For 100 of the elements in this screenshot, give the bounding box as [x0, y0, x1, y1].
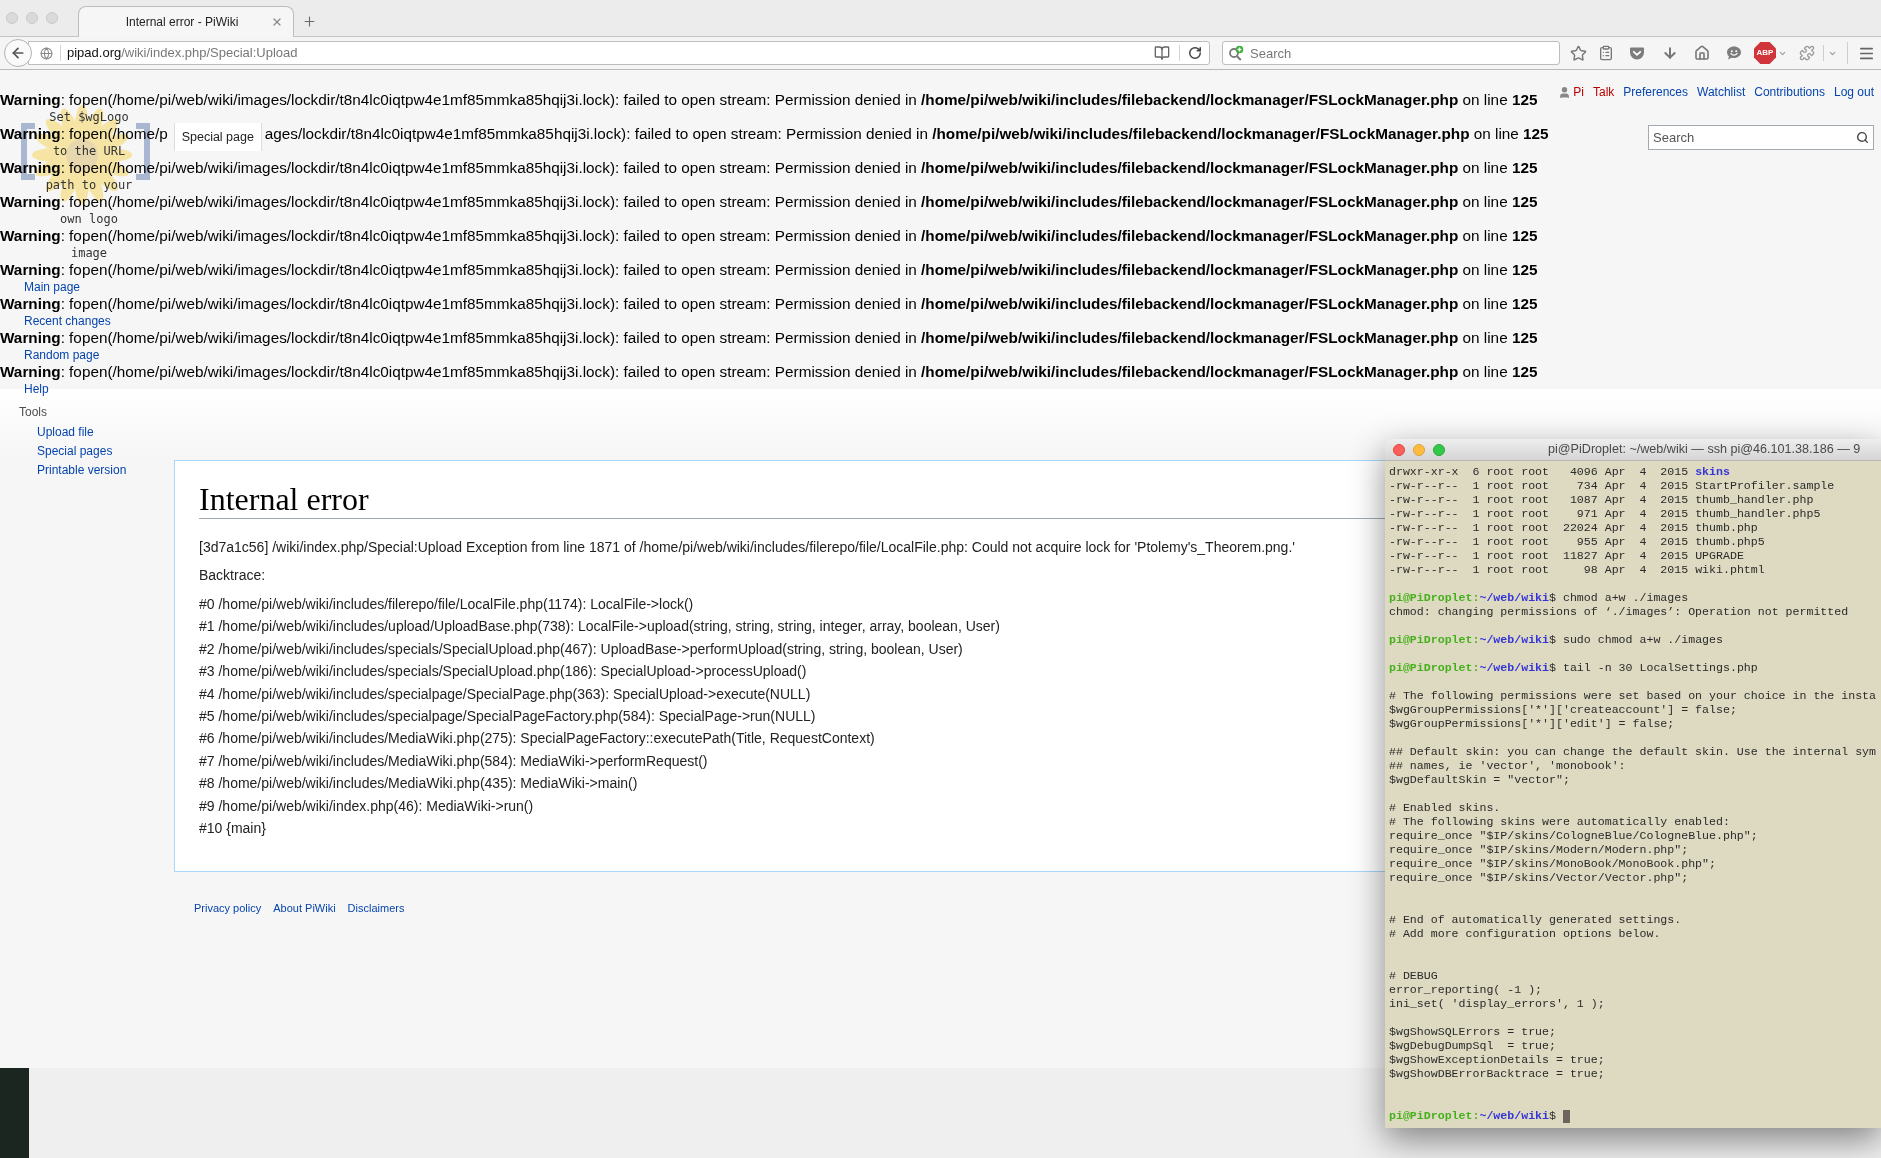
- backtrace-line: #5 /home/pi/web/wiki/includes/specialpage/SpecialPageFactory.php(584): SpecialPage->run(NULL): [199, 707, 816, 727]
- globe-icon: [40, 46, 53, 60]
- search-field[interactable]: Search: [1222, 41, 1560, 65]
- terminal-line: -rw-r--r-- 1 root root 11827 Apr 4 2015 UPGRADE: [1389, 549, 1744, 562]
- logo-caption: Set $wgLogo: [49, 110, 129, 124]
- backtrace-line: #3 /home/pi/web/wiki/includes/specials/SpecialUpload.php(186): SpecialUpload->processUpload(): [199, 662, 807, 682]
- sidebar-link[interactable]: Main page: [24, 280, 81, 294]
- sidebar-link[interactable]: Help: [24, 382, 49, 396]
- warning-message: Warning: fopen(/home/pi/web/wiki/images/lockdir/t8n4lc0iqtpw4e1mf85mmka85hqij3i.lock): failed to open stream: Permission denied in /home/pi/web/wiki/includes/filebackend/lockmanager/FSLockManager.php on line 125: [0, 261, 1538, 279]
- terminal-line: # DEBUG: [1389, 969, 1438, 982]
- close-icon[interactable]: [271, 16, 283, 28]
- logo-caption: image: [70, 246, 108, 260]
- user-icon: [1558, 85, 1572, 99]
- logo-caption: path to your: [45, 178, 133, 192]
- personal-link[interactable]: Watchlist: [1697, 84, 1746, 100]
- warning-message: Warning: fopen(/home/p: [0, 125, 168, 143]
- warning-message: ages/lockdir/t8n4lc0iqtpw4e1mf85mmka85hqij3i.lock): failed to open stream: Permission denied in /home/pi/web/wiki/includes/filebackend/lockmanager/FSLockManager.php on line 125: [264, 125, 1549, 143]
- warning-message: Warning: fopen(/home/pi/web/wiki/images/lockdir/t8n4lc0iqtpw4e1mf85mmka85hqij3i.lock): failed to open stream: Permission denied in /home/pi/web/wiki/includes/filebackend/lockmanager/FSLockManager.php on line 125: [0, 91, 1538, 109]
- search-icon[interactable]: [1856, 131, 1869, 144]
- terminal-line: # The following skins were automatically enabled:: [1389, 815, 1730, 828]
- footer-link[interactable]: Privacy policy: [194, 900, 262, 916]
- octagon-button[interactable]: ABP: [1754, 42, 1776, 64]
- page-tab[interactable]: Special page: [173, 123, 262, 151]
- back-button[interactable]: [4, 39, 32, 67]
- error-message: [3d7a1c56] /wiki/index.php/Special:Upload Exception from line 1871 of /home/pi/web/wiki/includes/filerepo/file/LocalFile.php: Could not acquire lock for 'Ptolemy's_Theorem.png.': [199, 538, 1295, 557]
- terminal-line: require_once "$IP/skins/CologneBlue/CologneBlue.php";: [1389, 829, 1758, 842]
- terminal-line: -rw-r--r-- 1 root root 971 Apr 4 2015 thumb_handler.php5: [1389, 507, 1821, 520]
- home-icon[interactable]: [1694, 45, 1710, 61]
- warning-message: Warning: fopen(/home/pi/web/wiki/images/lockdir/t8n4lc0iqtpw4e1mf85mmka85hqij3i.lock): failed to open stream: Permission denied in /home/pi/web/wiki/includes/filebackend/lockmanager/FSLockManager.php on line 125: [0, 193, 1538, 211]
- backtrace-line: #1 /home/pi/web/wiki/includes/upload/UploadBase.php(738): LocalFile->upload(string, string, string, integer, array, boolean, User): [199, 617, 1000, 637]
- footer-link[interactable]: About PiWiki: [273, 900, 336, 916]
- terminal-line: $wgGroupPermissions['*']['edit'] = false;: [1389, 717, 1675, 730]
- terminal-prompt-line: pi@PiDroplet:~/web/wiki$: [1389, 1109, 1556, 1123]
- book-icon[interactable]: [1154, 45, 1170, 61]
- sidebar-heading: Tools: [19, 405, 47, 419]
- clipboard-icon[interactable]: [1598, 45, 1614, 61]
- terminal-line: ini_set( 'display_errors', 1 );: [1389, 997, 1605, 1010]
- personal-link[interactable]: Talk: [1592, 84, 1615, 100]
- plus-icon[interactable]: [302, 14, 317, 29]
- warning-message: Warning: fopen(/home/pi/web/wiki/images/lockdir/t8n4lc0iqtpw4e1mf85mmka85hqij3i.lock): failed to open stream: Permission denied in /home/pi/web/wiki/includes/filebackend/lockmanager/FSLockManager.php on line 125: [0, 329, 1538, 347]
- sidebar-link[interactable]: Special pages: [37, 444, 113, 458]
- terminal-line: chmod: changing permissions of ‘./images’: Operation not permitted: [1389, 605, 1849, 618]
- terminal-line: $wgDefaultSkin = "vector";: [1389, 773, 1570, 786]
- reload-icon[interactable]: [1188, 46, 1202, 60]
- terminal-title: pi@PiDroplet: ~/web/wiki — ssh pi@46.101.38.186 — 9: [1548, 441, 1861, 459]
- terminal-line: require_once "$IP/skins/Vector/Vector.php";: [1389, 871, 1689, 884]
- terminal-prompt-line: pi@PiDroplet:~/web/wiki$ chmod a+w ./images: [1389, 591, 1689, 605]
- personal-link[interactable]: Contributions: [1754, 84, 1825, 100]
- backtrace-label: Backtrace:: [199, 566, 266, 585]
- terminal-line: -rw-r--r-- 1 root root 1087 Apr 4 2015 thumb_handler.php: [1389, 493, 1814, 506]
- terminal-line: ## names, ie 'vector', 'monobook':: [1389, 759, 1626, 772]
- puzzle-icon[interactable]: [1799, 45, 1815, 61]
- personal-link[interactable]: Log out: [1833, 84, 1874, 100]
- terminal-prompt-line: pi@PiDroplet:~/web/wiki$ sudo chmod a+w ./images: [1389, 633, 1723, 647]
- terminal-line: # Enabled skins.: [1389, 801, 1501, 814]
- sidebar-link[interactable]: Random page: [24, 348, 100, 362]
- sidebar-link[interactable]: Upload file: [37, 425, 94, 439]
- warning-message: Warning: fopen(/home/pi/web/wiki/images/lockdir/t8n4lc0iqtpw4e1mf85mmka85hqij3i.lock): failed to open stream: Permission denied in /home/pi/web/wiki/includes/filebackend/lockmanager/FSLockManager.php on line 125: [0, 363, 1538, 381]
- sidebar-link[interactable]: Recent changes: [24, 314, 111, 328]
- terminal-line: -rw-r--r-- 1 root root 734 Apr 4 2015 StartProfiler.sample: [1389, 479, 1835, 492]
- personal-link[interactable]: Preferences: [1623, 84, 1688, 100]
- terminal-line: -rw-r--r-- 1 root root 98 Apr 4 2015 wiki.phtml: [1389, 563, 1765, 576]
- address-field[interactable]: pipad.org/wiki/index.php/Special:Upload: [28, 41, 1210, 65]
- terminal-line: require_once "$IP/skins/Modern/Modern.php";: [1389, 843, 1689, 856]
- logo-caption: to the URL: [52, 144, 126, 158]
- wiki-search-field[interactable]: Search: [1648, 125, 1874, 150]
- terminal-line: # Add more configuration options below.: [1389, 927, 1661, 940]
- backtrace-line: #9 /home/pi/web/wiki/index.php(46): MediaWiki->run(): [199, 796, 534, 816]
- browser-tab[interactable]: Internal error - PiWiki: [78, 6, 294, 37]
- backtrace-line: #8 /home/pi/web/wiki/includes/MediaWiki.php(435): MediaWiki->main(): [199, 774, 638, 794]
- terminal-line: # The following permissions were set based on your choice in the insta: [1389, 689, 1877, 702]
- warning-message: Warning: fopen(/home/pi/web/wiki/images/lockdir/t8n4lc0iqtpw4e1mf85mmka85hqij3i.lock): failed to open stream: Permission denied in /home/pi/web/wiki/includes/filebackend/lockmanager/FSLockManager.php on line 125: [0, 227, 1538, 245]
- warning-message: Warning: fopen(/home/pi/web/wiki/images/lockdir/t8n4lc0iqtpw4e1mf85mmka85hqij3i.lock): failed to open stream: Permission denied in /home/pi/web/wiki/includes/filebackend/lockmanager/FSLockManager.php on line 125: [0, 159, 1538, 177]
- warning-message: Warning: fopen(/home/pi/web/wiki/images/lockdir/t8n4lc0iqtpw4e1mf85mmka85hqij3i.lock): failed to open stream: Permission denied in /home/pi/web/wiki/includes/filebackend/lockmanager/FSLockManager.php on line 125: [0, 295, 1538, 313]
- terminal-line: require_once "$IP/skins/MonoBook/MonoBook.php";: [1389, 857, 1716, 870]
- star-icon[interactable]: [1570, 44, 1587, 62]
- terminal-line: -rw-r--r-- 1 root root 22024 Apr 4 2015 thumb.php: [1389, 521, 1758, 534]
- backtrace-line: #0 /home/pi/web/wiki/includes/filerepo/file/LocalFile.php(1174): LocalFile->lock(): [199, 595, 694, 614]
- terminal-line: -rw-r--r-- 1 root root 955 Apr 4 2015 thumb.php5: [1389, 535, 1765, 548]
- backtrace-line: #4 /home/pi/web/wiki/includes/specialpage/SpecialPage.php(363): SpecialUpload->execute(NULL): [199, 684, 811, 704]
- terminal-prompt-line: pi@PiDroplet:~/web/wiki$ tail -n 30 LocalSettings.php: [1389, 661, 1758, 675]
- terminal-line: $wgShowDBErrorBacktrace = true;: [1389, 1067, 1605, 1080]
- backtrace-line: #2 /home/pi/web/wiki/includes/specials/SpecialUpload.php(467): UploadBase->performUpload(string, string, boolean, User): [199, 639, 963, 659]
- backtrace-line: #10 {main}: [199, 819, 266, 839]
- terminal-line: drwxr-xr-x 6 root root 4096 Apr 4 2015 skins: [1389, 465, 1730, 478]
- download-icon[interactable]: [1662, 45, 1678, 61]
- sidebar-link[interactable]: Printable version: [37, 463, 127, 477]
- smile-bubble-icon[interactable]: [1726, 45, 1742, 61]
- terminal-line: # End of automatically generated settings.: [1389, 913, 1682, 926]
- terminal-line: $wgShowExceptionDetails = true;: [1389, 1053, 1605, 1066]
- terminal-line: $wgDebugDumpSql = true;: [1389, 1039, 1556, 1052]
- pocket-icon[interactable]: [1629, 45, 1645, 61]
- backtrace-line: #6 /home/pi/web/wiki/includes/MediaWiki.php(275): SpecialPageFactory::executePath(Title, RequestContext): [199, 729, 875, 749]
- terminal-line: ## Default skin: you can change the default skin. Use the internal sym: [1389, 745, 1877, 758]
- personal-link[interactable]: Pi: [1573, 84, 1584, 100]
- search-plus-icon: [1228, 45, 1244, 61]
- logo-caption: own logo: [60, 212, 118, 226]
- terminal-line: $wgShowSQLErrors = true;: [1389, 1025, 1556, 1038]
- footer-link[interactable]: Disclaimers: [347, 900, 405, 916]
- backtrace-line: #7 /home/pi/web/wiki/includes/MediaWiki.php(584): MediaWiki->performRequest(): [199, 751, 708, 771]
